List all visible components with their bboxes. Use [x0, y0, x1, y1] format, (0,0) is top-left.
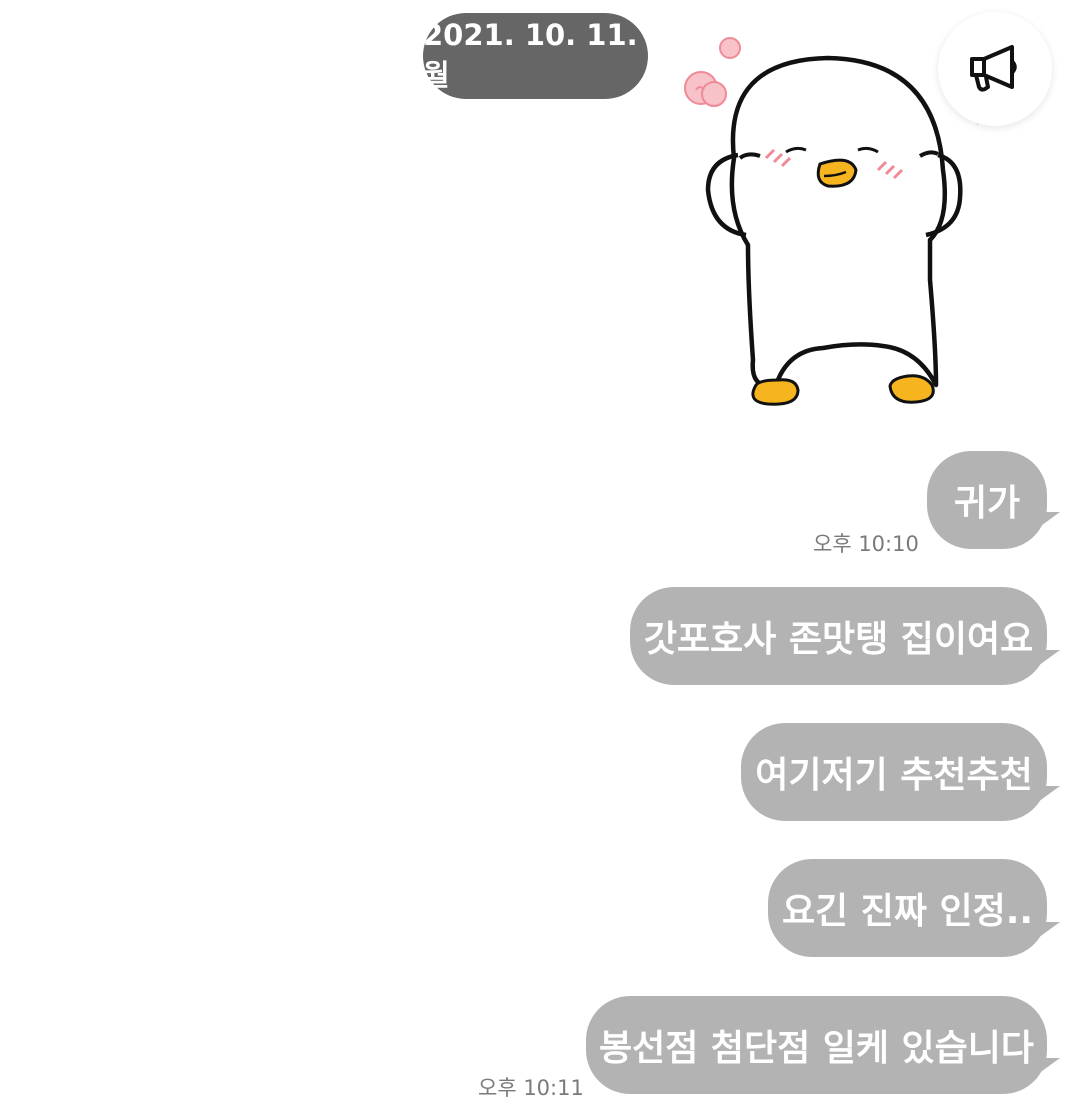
timestamp: 오후 10:11 [478, 1076, 584, 1100]
message-text: 갓포호사 존맛탱 집이여요 [643, 619, 1034, 660]
chat-bubble[interactable]: 요긴 진짜 인정.. [768, 859, 1047, 957]
message-text: 봉선점 첨단점 일케 있습니다 [598, 1028, 1035, 1069]
bubble-tail [1038, 922, 1060, 938]
penguin-sticker[interactable] [668, 30, 993, 415]
penguin-blush-sticker-icon [684, 37, 993, 406]
message-text: 요긴 진짜 인정.. [781, 891, 1034, 932]
message-text: 여기저기 추천추천 [755, 755, 1033, 796]
chat-bubble[interactable]: 봉선점 첨단점 일케 있습니다 [586, 996, 1047, 1094]
chat-screen: 2021. 10. 11. 월 귀가 오후 10:10 갓포호사 존맛탱 집이여… [0, 0, 1090, 1116]
chat-bubble[interactable]: 귀가 [927, 451, 1047, 549]
timestamp: 오후 10:10 [813, 532, 919, 556]
chat-bubble[interactable]: 갓포호사 존맛탱 집이여요 [630, 587, 1047, 685]
announcement-button[interactable] [938, 12, 1052, 126]
bubble-tail [1038, 512, 1060, 528]
megaphone-icon [970, 45, 1017, 92]
message-text: 귀가 [953, 483, 1021, 524]
bubble-tail [1038, 1058, 1060, 1074]
chat-bubble[interactable]: 여기저기 추천추천 [741, 723, 1047, 821]
bubble-tail [1038, 650, 1060, 666]
bubble-tail [1038, 786, 1060, 802]
date-divider: 2021. 10. 11. 월 [423, 13, 648, 99]
